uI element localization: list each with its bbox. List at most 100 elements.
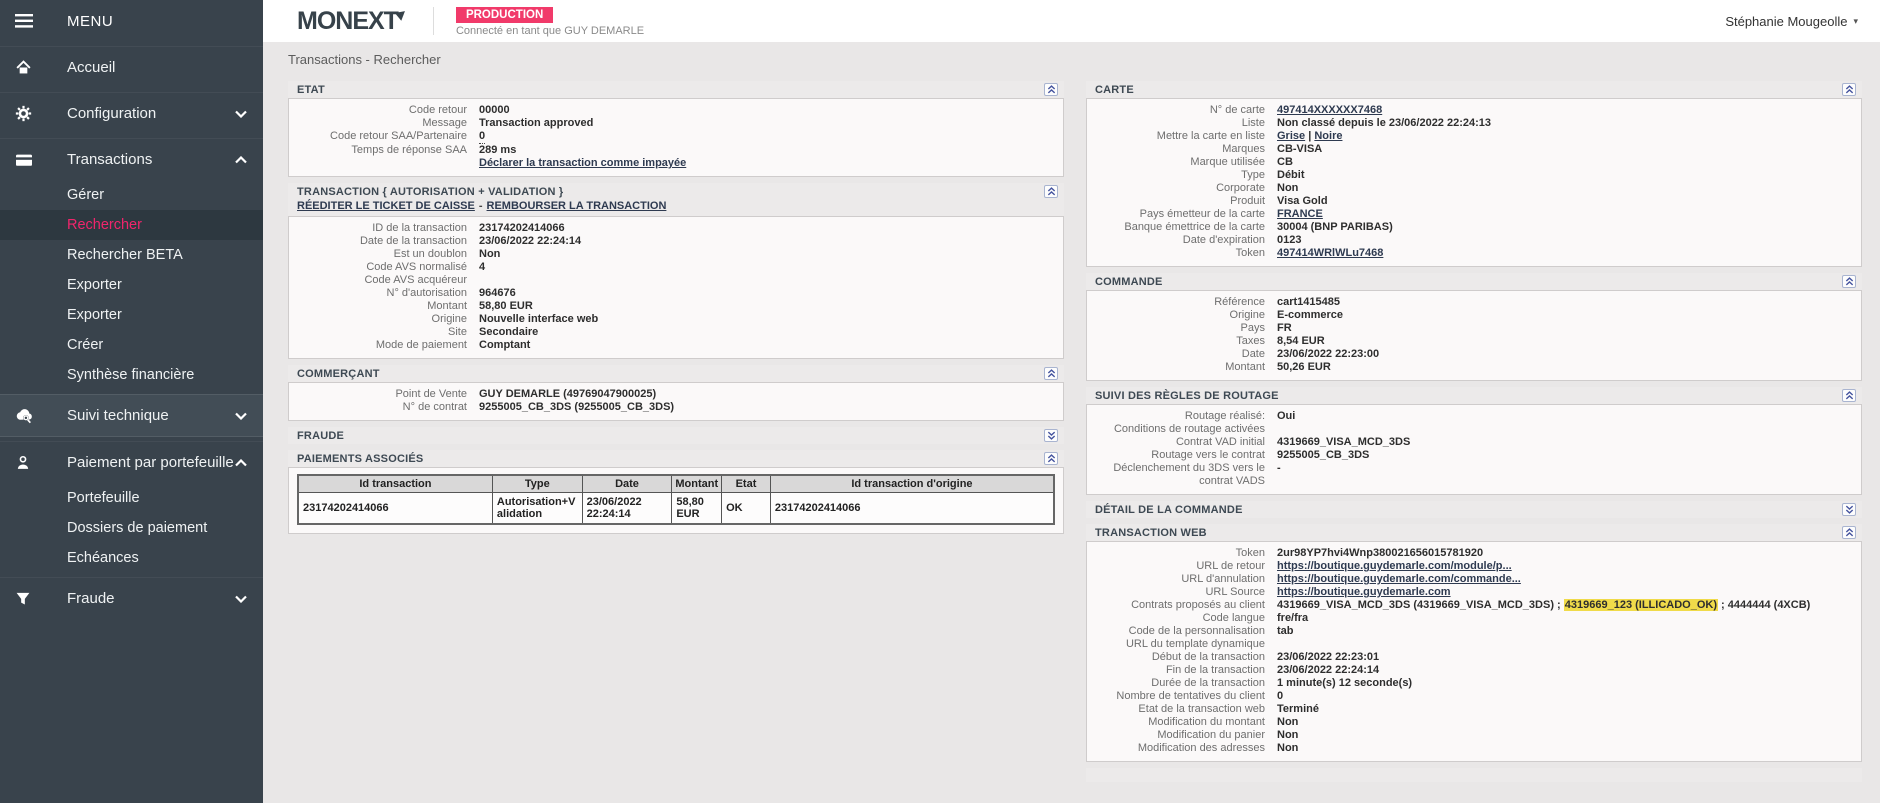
panel-header-row: PAIEMENTS ASSOCIÉS [288, 450, 1064, 467]
field-value: https://boutique.guydemarle.com [1277, 586, 1853, 599]
panel-title: TRANSACTION { AUTORISATION + VALIDATION … [297, 186, 563, 198]
value-text: 4319669_VISA_MCD_3DS [1277, 436, 1410, 448]
sidebar-item-paiement-par-portefeuille[interactable]: Paiement par portefeuille [0, 441, 263, 483]
sidebar-item-label: Rechercher [67, 217, 142, 233]
collapse-toggle[interactable] [1842, 503, 1856, 516]
field-row: Code retour00000 [297, 104, 1055, 117]
sidebar-item-rechercher-beta[interactable]: Rechercher BETA [0, 240, 263, 270]
sidebar-item-fraude[interactable]: Fraude [0, 577, 263, 619]
sidebar-item-accueil[interactable]: Accueil [0, 46, 263, 88]
field-value: 4319669_VISA_MCD_3DS [1277, 436, 1853, 449]
collapse-toggle[interactable] [1044, 452, 1058, 465]
value-link[interactable]: Noire [1314, 130, 1342, 142]
value-text: GUY DEMARLE (49769047900025) [479, 388, 656, 400]
chevrons-up-icon [1047, 183, 1056, 201]
value-link[interactable]: https://boutique.guydemarle.com/module/p… [1277, 560, 1512, 572]
value-text: E-commerce [1277, 309, 1343, 321]
field-value: Terminé [1277, 703, 1853, 716]
field-value: Non [1277, 742, 1853, 755]
collapse-toggle[interactable] [1044, 367, 1058, 380]
field-label: Code retour [297, 104, 467, 117]
field-label: Date [1095, 348, 1265, 361]
field-value: Secondaire [479, 326, 1055, 339]
field-value: Débit [1277, 169, 1853, 182]
sidebar-item-rechercher[interactable]: Rechercher [0, 210, 263, 240]
field-label: Nombre de tentatives du client [1095, 690, 1265, 703]
field-value: 4 [479, 261, 1055, 274]
collapse-toggle[interactable] [1044, 429, 1058, 442]
value-link[interactable]: Grise [1277, 130, 1305, 142]
sidebar-item-portefeuille[interactable]: Portefeuille [0, 483, 263, 513]
field-row: Mode de paiementComptant [297, 339, 1055, 352]
field-label: Mettre la carte en liste [1095, 130, 1265, 143]
value-text: 58,80 EUR [479, 300, 533, 312]
field-label: Marque utilisée [1095, 156, 1265, 169]
table-header-row: Id transactionTypeDateMontantEtatId tran… [298, 475, 1054, 493]
hamburger-icon[interactable] [0, 14, 67, 28]
field-value: fre/fra [1277, 612, 1853, 625]
collapse-toggle[interactable] [1842, 389, 1856, 402]
field-value: 23/06/2022 22:24:14 [1277, 664, 1853, 677]
collapse-toggle[interactable] [1842, 83, 1856, 96]
sidebar-item-exporter[interactable]: Exporter [0, 300, 263, 330]
field-value: 23/06/2022 22:24:14 [479, 235, 1055, 248]
field-label: Déclenchement du 3DS vers le contrat VAD… [1095, 462, 1265, 488]
user-menu[interactable]: Stéphanie Mougeolle ▾ [1725, 14, 1880, 29]
field-value: 497414WRlWLu7468 [1277, 247, 1853, 260]
sidebar-item-label: Gérer [67, 187, 104, 203]
sidebar-item-creer[interactable]: Créer [0, 330, 263, 360]
collapse-toggle[interactable] [1842, 275, 1856, 288]
field-value: Grise | Noire [1277, 130, 1853, 143]
sidebar-item-configuration[interactable]: Configuration [0, 92, 263, 134]
sidebar-item-echeances[interactable]: Echéances [0, 543, 263, 573]
panel-title: COMMERÇANT [297, 368, 380, 380]
value-link[interactable]: https://boutique.guydemarle.com/commande… [1277, 573, 1521, 585]
field-value: cart1415485 [1277, 296, 1853, 309]
panel-action-link[interactable]: REMBOURSER LA TRANSACTION [487, 200, 667, 212]
value-text: Non [1277, 742, 1298, 754]
sidebar-item-suivi-technique[interactable]: Suivi technique [0, 394, 263, 437]
value-text: 23/06/2022 22:24:14 [479, 235, 581, 247]
chevrons-down-icon [1845, 501, 1854, 519]
monext-logo[interactable]: MONEXT [297, 7, 407, 36]
value-text: 289 ms [479, 144, 516, 156]
collapse-toggle[interactable] [1044, 185, 1058, 198]
table-header-cell: Type [492, 475, 582, 493]
sidebar-menu-header[interactable]: MENU [0, 0, 263, 42]
panel-header-row: TRANSACTION WEB [1086, 524, 1862, 541]
value-link[interactable]: 497414WRlWLu7468 [1277, 247, 1383, 259]
sidebar-item-gerer[interactable]: Gérer [0, 180, 263, 210]
collapse-toggle[interactable] [1044, 83, 1058, 96]
field-value [1277, 638, 1853, 651]
panel-action-link[interactable]: RÉEDITER LE TICKET DE CAISSE [297, 200, 475, 212]
value-link[interactable]: FRANCE [1277, 208, 1323, 220]
collapse-toggle[interactable] [1842, 526, 1856, 539]
sidebar-nav: AccueilConfigurationTransactions Gérer Rec… [0, 46, 263, 619]
field-row: Temps de réponse SAA289 ms [297, 144, 1055, 157]
value-link[interactable]: Déclarer la transaction comme impayée [479, 157, 686, 169]
field-row: Code retour SAA/Partenaire0 [297, 130, 1055, 144]
panel-title: TRANSACTION WEB [1095, 527, 1207, 539]
field-value: 9255005_CB_3DS (9255005_CB_3DS) [479, 401, 1055, 414]
sidebar-item-exporter[interactable]: Exporter [0, 270, 263, 300]
field-value: 23/06/2022 22:23:00 [1277, 348, 1853, 361]
table-row[interactable]: 23174202414066Autorisation+Validation23/… [298, 493, 1054, 525]
field-value: 0123 [1277, 234, 1853, 247]
credit-card-icon [0, 152, 67, 168]
value-link[interactable]: 497414XXXXXX7468 [1277, 104, 1382, 116]
field-row: Code languefre/fra [1095, 612, 1853, 625]
menu-label: MENU [67, 13, 113, 30]
sidebar-item-transactions[interactable]: Transactions [0, 138, 263, 180]
field-label: Message [297, 117, 467, 130]
home-icon [0, 59, 67, 76]
field-label: Référence [1095, 296, 1265, 309]
sidebar-item-dossiers-de-paiement[interactable]: Dossiers de paiement [0, 513, 263, 543]
field-label: Modification du panier [1095, 729, 1265, 742]
value-text: 0 [1277, 690, 1283, 702]
value-text: 50,26 EUR [1277, 361, 1331, 373]
panel-header: SUIVI DES RÈGLES DE ROUTAGE [1086, 387, 1862, 404]
field-value: - [1277, 462, 1853, 488]
environment-block: PRODUCTION Connecté en tant que GUY DEMA… [456, 5, 644, 37]
sidebar-item-synthese-financiere[interactable]: Synthèse financière [0, 360, 263, 390]
value-link[interactable]: https://boutique.guydemarle.com [1277, 586, 1451, 598]
